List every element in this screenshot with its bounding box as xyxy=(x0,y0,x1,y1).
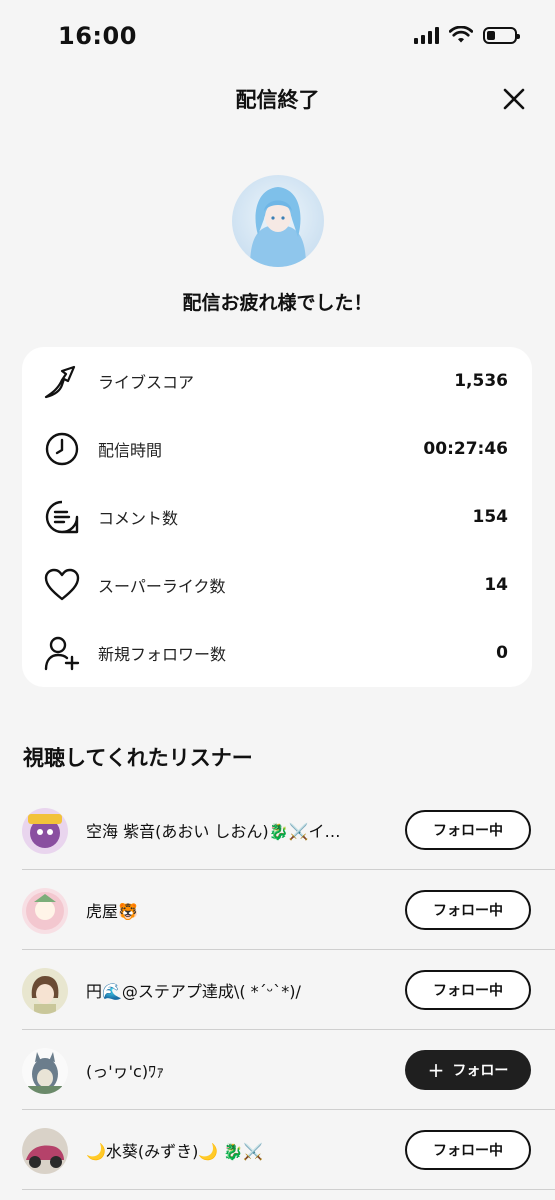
listener-row: (っ'ヮ'c)ﾜｧ + フォロー xyxy=(22,1030,555,1110)
status-icons xyxy=(414,26,520,44)
listener-list: 空海 紫音(あおい しおん)🐉⚔️イ… フォロー中 虎屋🐯 フォロー中 円🌊@ス… xyxy=(0,790,555,1190)
following-button[interactable]: フォロー中 xyxy=(405,890,531,930)
stat-row-stream-time: 配信時間 00:27:46 xyxy=(22,415,532,483)
stat-value: 14 xyxy=(484,575,508,595)
stat-label: 配信時間 xyxy=(98,441,163,460)
button-label: フォロー中 xyxy=(433,823,503,839)
stat-label: スーパーライク数 xyxy=(98,577,226,596)
status-bar: 16:00 xyxy=(0,0,555,72)
stats-card: ライブスコア 1,536 配信時間 00:27:46 コメント数 154 スーパ… xyxy=(22,347,532,687)
listener-avatar[interactable] xyxy=(22,1128,68,1174)
stat-label: ライブスコア xyxy=(98,373,195,392)
wifi-icon xyxy=(449,26,473,43)
trending-up-icon xyxy=(44,365,76,399)
stat-value: 154 xyxy=(472,507,509,527)
stat-row-super-likes: スーパーライク数 14 xyxy=(22,551,532,619)
following-button[interactable]: フォロー中 xyxy=(405,1130,531,1170)
battery-icon xyxy=(483,26,520,44)
listener-row: 🌙水葵(みずき)🌙 🐉⚔️ フォロー中 xyxy=(22,1110,555,1190)
listener-row: 虎屋🐯 フォロー中 xyxy=(22,870,555,950)
status-time: 16:00 xyxy=(58,22,137,50)
stat-value: 00:27:46 xyxy=(423,439,508,459)
signal-icon xyxy=(414,26,439,44)
listener-row: 円🌊@ステアプ達成\( *´ᵕ`*)/ フォロー中 xyxy=(22,950,555,1030)
button-label: フォロー中 xyxy=(433,903,503,919)
listener-name[interactable]: 円🌊@ステアプ達成\( *´ᵕ`*)/ xyxy=(86,978,376,1002)
streamer-avatar xyxy=(232,175,324,267)
stat-row-live-score: ライブスコア 1,536 xyxy=(22,347,532,415)
stat-row-comments: コメント数 154 xyxy=(22,483,532,551)
listener-name[interactable]: (っ'ヮ'c)ﾜｧ xyxy=(86,1058,376,1082)
stat-value: 0 xyxy=(496,643,508,663)
listener-avatar[interactable] xyxy=(22,808,68,854)
thanks-message: 配信お疲れ様でした！ xyxy=(182,292,373,314)
listener-row: 空海 紫音(あおい しおん)🐉⚔️イ… フォロー中 xyxy=(22,790,555,870)
follow-button[interactable]: + フォロー xyxy=(405,1050,531,1090)
clock-icon xyxy=(45,432,79,466)
listener-name[interactable]: 🌙水葵(みずき)🌙 🐉⚔️ xyxy=(86,1138,376,1162)
following-button[interactable]: フォロー中 xyxy=(405,970,531,1010)
stat-row-new-followers: 新規フォロワー数 0 xyxy=(22,619,532,687)
user-plus-icon xyxy=(44,636,80,671)
comment-icon xyxy=(45,500,79,534)
page-title: 配信終了 xyxy=(235,88,320,112)
plus-icon: + xyxy=(427,1058,445,1082)
button-label: フォロー中 xyxy=(433,1143,503,1159)
heart-icon xyxy=(44,568,80,601)
listeners-section-title: 視聴してくれたリスナー xyxy=(23,746,253,770)
listener-avatar[interactable] xyxy=(22,888,68,934)
listener-name[interactable]: 空海 紫音(あおい しおん)🐉⚔️イ… xyxy=(86,818,376,842)
stat-value: 1,536 xyxy=(454,371,508,391)
button-label: フォロー中 xyxy=(433,983,503,999)
listener-avatar[interactable] xyxy=(22,968,68,1014)
following-button[interactable]: フォロー中 xyxy=(405,810,531,850)
stat-label: 新規フォロワー数 xyxy=(98,645,227,664)
listener-avatar[interactable] xyxy=(22,1048,68,1094)
close-icon[interactable] xyxy=(501,86,527,112)
button-label: フォロー xyxy=(452,1063,509,1079)
listener-name[interactable]: 虎屋🐯 xyxy=(86,898,376,922)
stat-label: コメント数 xyxy=(98,509,179,528)
